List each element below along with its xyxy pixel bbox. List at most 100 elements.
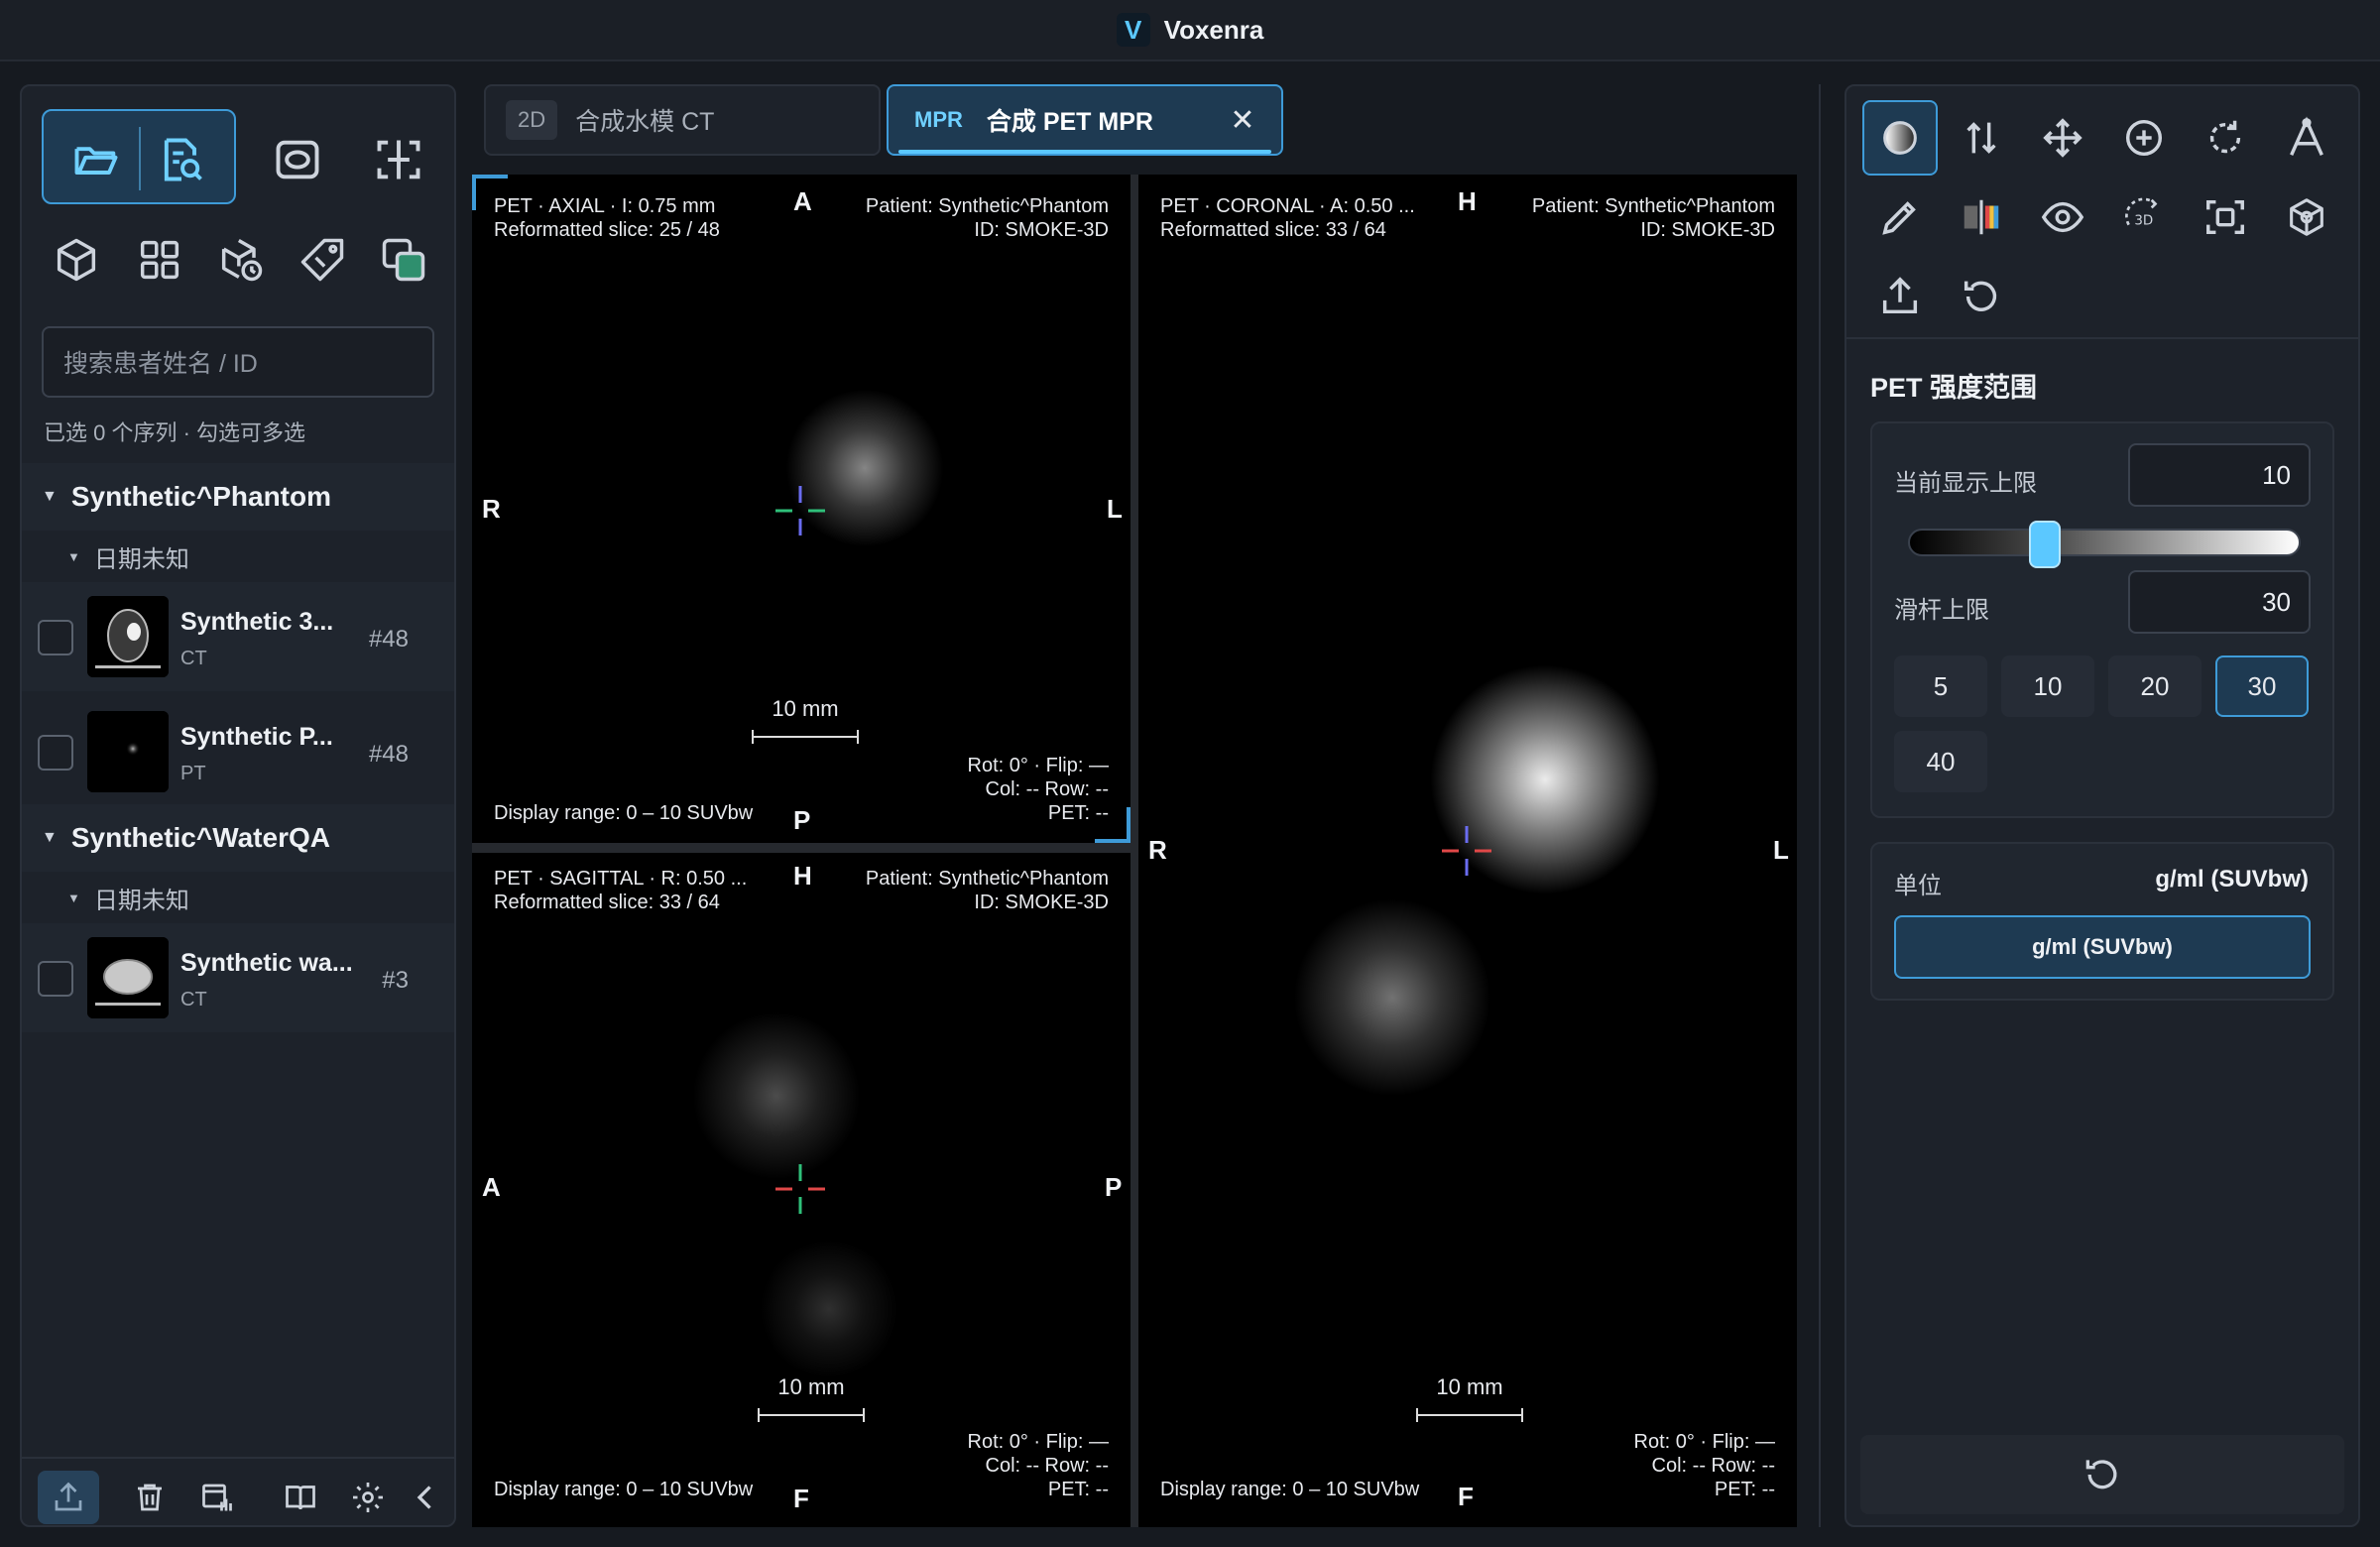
volume-render-icon[interactable] [2269, 179, 2344, 255]
tab-mpr-pet[interactable]: MPR 合成 PET MPR ✕ [887, 84, 1283, 156]
series-count: #48 [368, 741, 409, 768]
series-checkbox[interactable] [38, 620, 73, 655]
preset-30-button[interactable]: 30 [2215, 655, 2309, 717]
tag-icon[interactable] [288, 225, 357, 295]
series-thumbnail [87, 937, 169, 1018]
pan-icon[interactable] [2025, 100, 2100, 176]
display-range: Display range: 0 – 10 SUVbw [1160, 1479, 1420, 1500]
orientation-bottom: F [1458, 1482, 1474, 1511]
grid-icon[interactable] [125, 225, 194, 295]
unit-card: 单位 g/ml (SUVbw) g/ml (SUVbw) [1870, 842, 2334, 1001]
axial-viewport[interactable]: PET · AXIAL · I: 0.75 mm Reformatted slic… [472, 175, 1130, 843]
overlay-fusion-icon[interactable] [369, 225, 438, 295]
crosshair[interactable] [775, 1164, 825, 1214]
zoom-icon[interactable] [2106, 100, 2182, 176]
tab-badge: 2D [506, 100, 558, 140]
preset-40-button[interactable]: 40 [1894, 731, 1987, 792]
orientation-top: H [1458, 186, 1477, 216]
orientation-left: R [1148, 835, 1167, 865]
app-title: Voxenra [1163, 14, 1264, 45]
rotate-icon[interactable] [2188, 100, 2263, 176]
scale-bar: 10 mm [758, 1374, 865, 1422]
coronal-viewport[interactable]: PET · CORONAL · A: 0.50 ... Reformatted s… [1138, 175, 1797, 1527]
study-date: 日期未知 [93, 545, 189, 573]
crosshair[interactable] [1442, 826, 1491, 876]
study-date-row[interactable]: ▼ 日期未知 [22, 531, 454, 582]
viewport-area: PET · AXIAL · I: 0.75 mm Reformatted slic… [472, 175, 1797, 1527]
window-level-icon[interactable] [1862, 100, 1938, 176]
series-modality: CT [180, 989, 207, 1011]
viewport-info: PET · SAGITTAL · R: 0.50 ... Reformatted … [494, 868, 748, 913]
export-icon[interactable] [38, 1471, 99, 1524]
panel-divider[interactable] [1819, 84, 1821, 1527]
series-name: Synthetic P... [180, 723, 333, 751]
cube-history-icon[interactable] [206, 225, 276, 295]
transform-info: Rot: 0° · Flip: — Col: -- Row: -- PET: -- [967, 1431, 1109, 1500]
transform-info: Rot: 0° · Flip: — Col: -- Row: -- PET: -- [1633, 1431, 1775, 1500]
reset-view-icon[interactable] [1944, 259, 2019, 334]
patient-search-input[interactable]: 搜索患者姓名 / ID [42, 326, 434, 398]
trash-icon[interactable] [119, 1471, 180, 1524]
orientation-bottom: P [793, 805, 811, 835]
scroll-slices-icon[interactable] [1944, 100, 2019, 176]
slider-thumb[interactable] [2028, 521, 2061, 568]
series-item[interactable]: Synthetic wa... CT #3 [22, 923, 454, 1032]
series-item[interactable]: Synthetic P... PT #48 [22, 697, 454, 806]
preset-10-button[interactable]: 10 [2001, 655, 2094, 717]
book-icon[interactable] [270, 1471, 331, 1524]
share-export-icon[interactable] [1862, 259, 1938, 334]
series-count: #48 [368, 626, 409, 653]
tab-label: 合成水模 CT [575, 108, 715, 136]
preset-20-button[interactable]: 20 [2108, 655, 2202, 717]
patient-info: Patient: Synthetic^Phantom ID: SMOKE-3D [1531, 195, 1775, 241]
tab-label: 合成 PET MPR [986, 108, 1153, 136]
reset-icon [2085, 1460, 2117, 1489]
layout-split-icon[interactable] [365, 130, 432, 189]
svg-text:3D: 3D [2134, 214, 2153, 229]
crosshair[interactable] [775, 486, 825, 536]
pencil-icon[interactable] [1862, 179, 1938, 255]
series-checkbox[interactable] [38, 961, 73, 997]
upper-limit-slider[interactable] [1908, 521, 2301, 568]
gear-icon[interactable] [337, 1471, 399, 1524]
reset-button[interactable] [1860, 1435, 2344, 1514]
current-upper-input[interactable]: 10 [2128, 443, 2311, 507]
colormap-icon[interactable] [1944, 179, 2019, 255]
tab-2d-ct[interactable]: 2D 合成水模 CT [484, 84, 881, 156]
collapse-panel-icon[interactable] [403, 1471, 448, 1524]
orientation-left: R [482, 494, 501, 524]
angle-measure-icon[interactable] [2269, 100, 2344, 176]
patient-group-phantom[interactable]: ▼ Synthetic^Phantom [22, 463, 454, 531]
orientation-bottom: F [793, 1484, 809, 1513]
preset-5-button[interactable]: 5 [1894, 655, 1987, 717]
scanner-icon[interactable] [264, 130, 331, 189]
orientation-right: L [1107, 494, 1123, 524]
eye-icon[interactable] [2025, 179, 2100, 255]
current-upper-label: 当前显示上限 [1894, 470, 2037, 497]
chevron-down-icon: ▼ [67, 548, 80, 564]
series-manage-icon[interactable] [186, 1471, 248, 1524]
patient-group-waterqa[interactable]: ▼ Synthetic^WaterQA [22, 804, 454, 872]
study-date-row[interactable]: ▼ 日期未知 [22, 872, 454, 923]
transform-info: Rot: 0° · Flip: — Col: -- Row: -- PET: -- [967, 755, 1109, 824]
close-icon[interactable]: ✕ [1226, 104, 1259, 138]
fit-frame-icon[interactable] [2188, 179, 2263, 255]
chevron-down-icon: ▼ [67, 890, 80, 905]
orientation-left: A [482, 1172, 501, 1202]
unit-select-button[interactable]: g/ml (SUVbw) [1894, 915, 2311, 979]
tab-badge: MPR [914, 107, 963, 132]
app-logo-icon: V [1116, 13, 1150, 47]
slider-upper-input[interactable]: 30 [2128, 570, 2311, 634]
patient-name: Synthetic^WaterQA [70, 822, 330, 853]
series-item[interactable]: Synthetic 3... CT #48 [22, 582, 454, 691]
cube-icon[interactable] [42, 225, 111, 295]
series-name: Synthetic wa... [180, 949, 353, 977]
folder-open-icon[interactable] [58, 130, 135, 189]
search-study-icon[interactable] [143, 130, 220, 189]
sagittal-viewport[interactable]: PET · SAGITTAL · R: 0.50 ... Reformatted … [472, 853, 1130, 1527]
patient-name: Synthetic^Phantom [70, 481, 332, 512]
series-checkbox[interactable] [38, 735, 73, 771]
orientation-right: P [1105, 1172, 1123, 1202]
rotate-3d-icon[interactable]: 3D [2106, 179, 2182, 255]
chevron-down-icon: ▼ [42, 829, 58, 846]
